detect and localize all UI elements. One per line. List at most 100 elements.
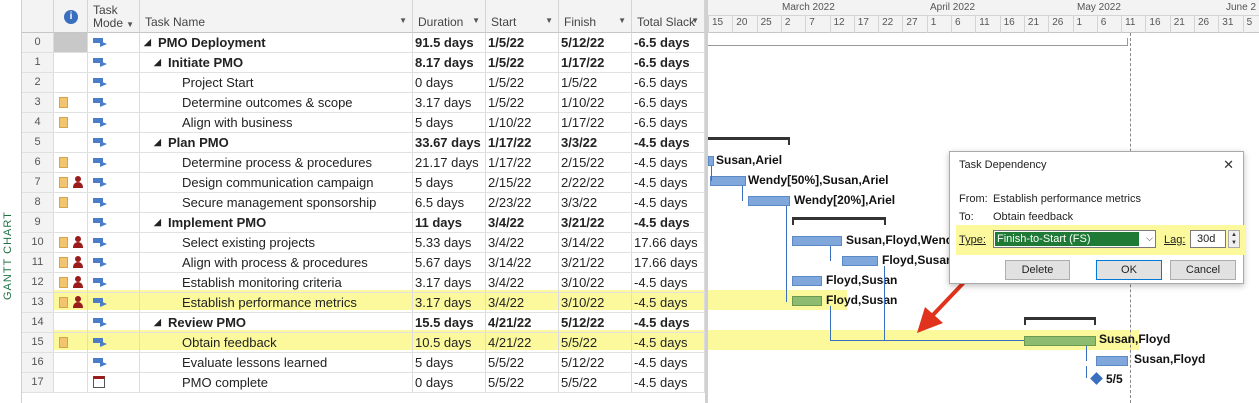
task-name-cell[interactable]: PMO complete bbox=[140, 373, 413, 392]
collapse-triangle-icon[interactable]: ◢ bbox=[154, 53, 161, 72]
dependency-link[interactable] bbox=[1086, 346, 1087, 361]
slack-cell[interactable]: -4.5 days bbox=[632, 173, 705, 192]
row-id[interactable]: 13 bbox=[22, 293, 54, 312]
slack-cell[interactable]: -4.5 days bbox=[632, 193, 705, 212]
task-bar-15[interactable] bbox=[1024, 336, 1096, 346]
row-id[interactable]: 16 bbox=[22, 353, 54, 372]
row-id[interactable]: 1 bbox=[22, 53, 54, 72]
duration-cell[interactable]: 10.5 days bbox=[413, 333, 486, 352]
dependency-link[interactable] bbox=[786, 206, 787, 302]
table-row[interactable]: 9 ◢ Implement PMO 11 days 3/4/22 3/21/22 -4.5 … bbox=[22, 213, 705, 233]
summary-bar-implement[interactable] bbox=[792, 217, 886, 225]
note-icon[interactable] bbox=[59, 157, 68, 168]
chevron-down-icon[interactable]: ▼ bbox=[472, 16, 480, 25]
table-row[interactable]: 13 Establish performance metrics 3.17 days… bbox=[22, 293, 705, 313]
note-icon[interactable] bbox=[59, 257, 68, 268]
duration-cell[interactable]: 91.5 days bbox=[413, 33, 486, 52]
task-name-cell[interactable]: ◢ Plan PMO bbox=[140, 133, 413, 152]
table-row[interactable]: 12 Establish monitoring criteria 3.17 days… bbox=[22, 273, 705, 293]
dependency-link[interactable] bbox=[830, 246, 831, 261]
duration-cell[interactable]: 5 days bbox=[413, 353, 486, 372]
duration-cell[interactable]: 0 days bbox=[413, 373, 486, 392]
start-cell[interactable]: 1/17/22 bbox=[486, 153, 559, 172]
finish-cell[interactable]: 1/17/22 bbox=[559, 53, 632, 72]
row-id[interactable]: 12 bbox=[22, 273, 54, 292]
start-cell[interactable]: 1/5/22 bbox=[486, 33, 559, 52]
dependency-link[interactable] bbox=[711, 166, 712, 181]
row-id[interactable]: 6 bbox=[22, 153, 54, 172]
task-name-cell[interactable]: Select existing projects bbox=[140, 233, 413, 252]
note-icon[interactable] bbox=[59, 237, 68, 248]
lag-input[interactable]: 30d bbox=[1190, 230, 1226, 248]
duration-cell[interactable]: 3.17 days bbox=[413, 273, 486, 292]
close-icon[interactable]: ✕ bbox=[1223, 157, 1234, 173]
duration-cell[interactable]: 3.17 days bbox=[413, 293, 486, 312]
duration-cell[interactable]: 8.17 days bbox=[413, 53, 486, 72]
slack-cell[interactable]: -4.5 days bbox=[632, 333, 705, 352]
start-cell[interactable]: 1/5/22 bbox=[486, 53, 559, 72]
finish-cell[interactable]: 2/22/22 bbox=[559, 173, 632, 192]
duration-cell[interactable]: 3.17 days bbox=[413, 93, 486, 112]
finish-cell[interactable]: 3/14/22 bbox=[559, 233, 632, 252]
chevron-down-icon[interactable]: ▼ bbox=[618, 16, 626, 25]
dependency-link[interactable] bbox=[742, 186, 743, 201]
summary-bar-plan[interactable] bbox=[708, 137, 790, 145]
project-summary-bar[interactable] bbox=[708, 38, 1128, 46]
task-name-cell[interactable]: ◢ Initiate PMO bbox=[140, 53, 413, 72]
finish-cell[interactable]: 3/10/22 bbox=[559, 273, 632, 292]
duration-cell[interactable]: 5 days bbox=[413, 113, 486, 132]
chevron-down-icon[interactable]: ▼ bbox=[126, 20, 134, 29]
row-id[interactable]: 10 bbox=[22, 233, 54, 252]
dependency-link[interactable] bbox=[884, 266, 885, 341]
table-row[interactable]: 17 PMO complete 0 days 5/5/22 5/5/22 -4.5 day… bbox=[22, 373, 705, 393]
table-row[interactable]: 3 Determine outcomes & scope 3.17 days 1/5/… bbox=[22, 93, 705, 113]
slack-cell[interactable]: -4.5 days bbox=[632, 373, 705, 392]
row-id[interactable]: 4 bbox=[22, 113, 54, 132]
finish-cell[interactable]: 5/12/22 bbox=[559, 353, 632, 372]
dependency-link[interactable] bbox=[830, 306, 831, 341]
duration-cell[interactable]: 5.67 days bbox=[413, 253, 486, 272]
finish-cell[interactable]: 2/15/22 bbox=[559, 153, 632, 172]
column-header-name[interactable]: Task Name ▼ bbox=[140, 0, 413, 33]
table-row[interactable]: 15 Obtain feedback 10.5 days 4/21/22 5/5/22 -… bbox=[22, 333, 705, 353]
chevron-down-icon[interactable]: ▼ bbox=[545, 16, 553, 25]
table-row[interactable]: 8 Secure management sponsorship 6.5 days 2/… bbox=[22, 193, 705, 213]
task-bar-7[interactable] bbox=[710, 176, 746, 186]
table-row[interactable]: 16 Evaluate lessons learned 5 days 5/5/22 5/… bbox=[22, 353, 705, 373]
type-select[interactable]: Finish-to-Start (FS) ⌵ bbox=[993, 230, 1156, 248]
dependency-link[interactable] bbox=[830, 340, 1024, 341]
slack-cell[interactable]: 17.66 days bbox=[632, 233, 705, 252]
slack-cell[interactable]: -6.5 days bbox=[632, 33, 705, 52]
start-cell[interactable]: 1/10/22 bbox=[486, 113, 559, 132]
task-bar-12[interactable] bbox=[792, 276, 822, 286]
task-bar-11[interactable] bbox=[842, 256, 878, 266]
task-bar-13[interactable] bbox=[792, 296, 822, 306]
task-name-cell[interactable]: Obtain feedback bbox=[140, 333, 413, 352]
start-cell[interactable]: 3/4/22 bbox=[486, 293, 559, 312]
note-icon[interactable] bbox=[59, 337, 68, 348]
slack-cell[interactable]: -4.5 days bbox=[632, 353, 705, 372]
row-id[interactable]: 3 bbox=[22, 93, 54, 112]
note-icon[interactable] bbox=[59, 97, 68, 108]
row-id[interactable]: 8 bbox=[22, 193, 54, 212]
task-bar-10[interactable] bbox=[792, 236, 842, 246]
summary-bar-review[interactable] bbox=[1024, 317, 1096, 325]
slack-cell[interactable]: -6.5 days bbox=[632, 53, 705, 72]
row-id[interactable]: 9 bbox=[22, 213, 54, 232]
task-name-cell[interactable]: Determine process & procedures bbox=[140, 153, 413, 172]
start-cell[interactable]: 2/23/22 bbox=[486, 193, 559, 212]
task-name-cell[interactable]: Project Start bbox=[140, 73, 413, 92]
finish-cell[interactable]: 3/21/22 bbox=[559, 253, 632, 272]
slack-cell[interactable]: 17.66 days bbox=[632, 253, 705, 272]
finish-cell[interactable]: 3/10/22 bbox=[559, 293, 632, 312]
row-id[interactable]: 11 bbox=[22, 253, 54, 272]
row-id[interactable]: 14 bbox=[22, 313, 54, 332]
table-row[interactable]: 6 Determine process & procedures 21.17 day… bbox=[22, 153, 705, 173]
task-name-cell[interactable]: Establish monitoring criteria bbox=[140, 273, 413, 292]
start-cell[interactable]: 1/5/22 bbox=[486, 93, 559, 112]
lag-spinner[interactable]: ▲ ▼ bbox=[1228, 230, 1240, 248]
chevron-down-icon[interactable]: ⌵ bbox=[1146, 233, 1153, 244]
start-cell[interactable]: 3/4/22 bbox=[486, 233, 559, 252]
column-header-mode[interactable]: Task Mode ▼ bbox=[88, 0, 140, 33]
finish-cell[interactable]: 1/17/22 bbox=[559, 113, 632, 132]
